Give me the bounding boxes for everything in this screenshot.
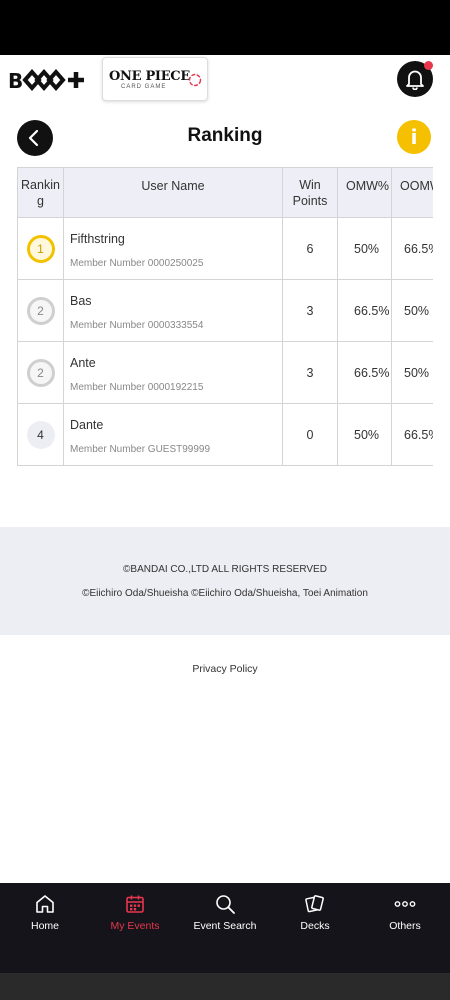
nav-home[interactable]: Home: [0, 883, 90, 973]
search-icon: [216, 895, 235, 914]
nav-label: My Events: [110, 920, 160, 932]
title-bar: Ranking i: [0, 118, 450, 158]
ranking-table: Ranking User Name Win Points OMW% OOMW% …: [17, 167, 433, 466]
member-number: Member Number 0000192215: [70, 382, 204, 393]
member-number: Member Number GUEST99999: [70, 444, 211, 455]
nav-others[interactable]: Others: [360, 883, 450, 973]
info-icon: i: [410, 125, 418, 149]
table-row: 1 Fifthstring Member Number 0000250025 6…: [17, 217, 433, 280]
table-row: 2 Ante Member Number 0000192215 3 66.5% …: [17, 341, 433, 404]
win-points-cell: 6: [282, 217, 338, 280]
rank-cell: 4: [17, 403, 64, 466]
user-name: Fifthstring: [70, 232, 125, 246]
table-row: 2 Bas Member Number 0000333554 3 66.5% 5…: [17, 279, 433, 342]
win-points-cell: 3: [282, 341, 338, 404]
oomw-cell: 50%: [391, 279, 433, 342]
status-bar: [0, 0, 450, 55]
omw-cell: 50%: [337, 403, 392, 466]
nav-label: Others: [389, 920, 421, 932]
user-name: Bas: [70, 294, 92, 308]
bell-icon: [406, 70, 424, 90]
omw-cell: 66.5%: [337, 279, 392, 342]
oomw-cell: 50%: [391, 341, 433, 404]
member-number: Member Number 0000333554: [70, 320, 204, 331]
win-points-cell: 0: [282, 403, 338, 466]
member-number: Member Number 0000250025: [70, 258, 204, 269]
header-ranking: Ranking: [17, 167, 64, 218]
calendar-icon: [126, 895, 144, 913]
nav-label: Decks: [300, 920, 330, 932]
page-title: Ranking: [187, 125, 263, 146]
rank-badge: 4: [26, 420, 55, 449]
header-oomw: OOMW%: [391, 167, 433, 218]
copyright-oda: ©Eiichiro Oda/Shueisha ©Eiichiro Oda/Shu…: [82, 588, 368, 599]
logo-mark-icon: [188, 73, 202, 87]
info-button[interactable]: i: [397, 120, 431, 154]
rank-cell: 2: [17, 341, 64, 404]
oomw-cell: 66.5%: [391, 403, 433, 466]
user-cell: Ante Member Number 0000192215: [63, 341, 283, 404]
rank-badge-silver: 2: [26, 296, 55, 325]
rank-badge-silver: 2: [26, 358, 55, 387]
nav-my-events[interactable]: My Events: [90, 883, 180, 973]
nav-event-search[interactable]: Event Search: [180, 883, 270, 973]
rank-badge-gold: 1: [26, 234, 55, 263]
more-icon: [394, 901, 416, 907]
notification-dot: [424, 61, 433, 70]
table-row: 4 Dante Member Number GUEST99999 0 50% 6…: [17, 403, 433, 466]
user-name: Ante: [70, 356, 96, 370]
table-header-row: Ranking User Name Win Points OMW% OOMW%: [17, 167, 433, 218]
privacy-policy-link[interactable]: Privacy Policy: [0, 663, 450, 675]
copyright-bandai: ©BANDAI CO.,LTD ALL RIGHTS RESERVED: [123, 564, 327, 575]
game-logo-sub: CARD GAME: [121, 84, 167, 90]
home-icon: [36, 895, 54, 913]
cards-icon: [305, 895, 324, 913]
user-cell: Bas Member Number 0000333554: [63, 279, 283, 342]
game-logo-main: ONE PIECE: [109, 69, 190, 84]
header-win-points: Win Points: [282, 167, 338, 218]
user-cell: Dante Member Number GUEST99999: [63, 403, 283, 466]
one-piece-card-game-logo[interactable]: ONE PIECE CARD GAME: [102, 57, 208, 101]
system-navigation-bar: [0, 973, 450, 1000]
nav-label: Event Search: [193, 920, 257, 932]
rank-cell: 2: [17, 279, 64, 342]
user-cell: Fifthstring Member Number 0000250025: [63, 217, 283, 280]
footer-copyright-band: [0, 527, 450, 635]
win-points-cell: 3: [282, 279, 338, 342]
nav-decks[interactable]: Decks: [270, 883, 360, 973]
app-header: B ONE PIECE CARD GAME: [0, 55, 450, 103]
bottom-nav: Home My Events Event Search Decks Others: [0, 883, 450, 973]
omw-cell: 66.5%: [337, 341, 392, 404]
oomw-cell: 66.5%: [391, 217, 433, 280]
svg-text:B: B: [8, 69, 23, 93]
header-user-name: User Name: [63, 167, 283, 218]
user-name: Dante: [70, 418, 104, 432]
header-omw: OMW%: [337, 167, 392, 218]
nav-label: Home: [30, 920, 59, 932]
ranking-table-scroll[interactable]: Ranking User Name Win Points OMW% OOMW% …: [17, 167, 433, 467]
omw-cell: 50%: [337, 217, 392, 280]
bandai-plus-logo[interactable]: B: [8, 67, 88, 93]
rank-cell: 1: [17, 217, 64, 280]
